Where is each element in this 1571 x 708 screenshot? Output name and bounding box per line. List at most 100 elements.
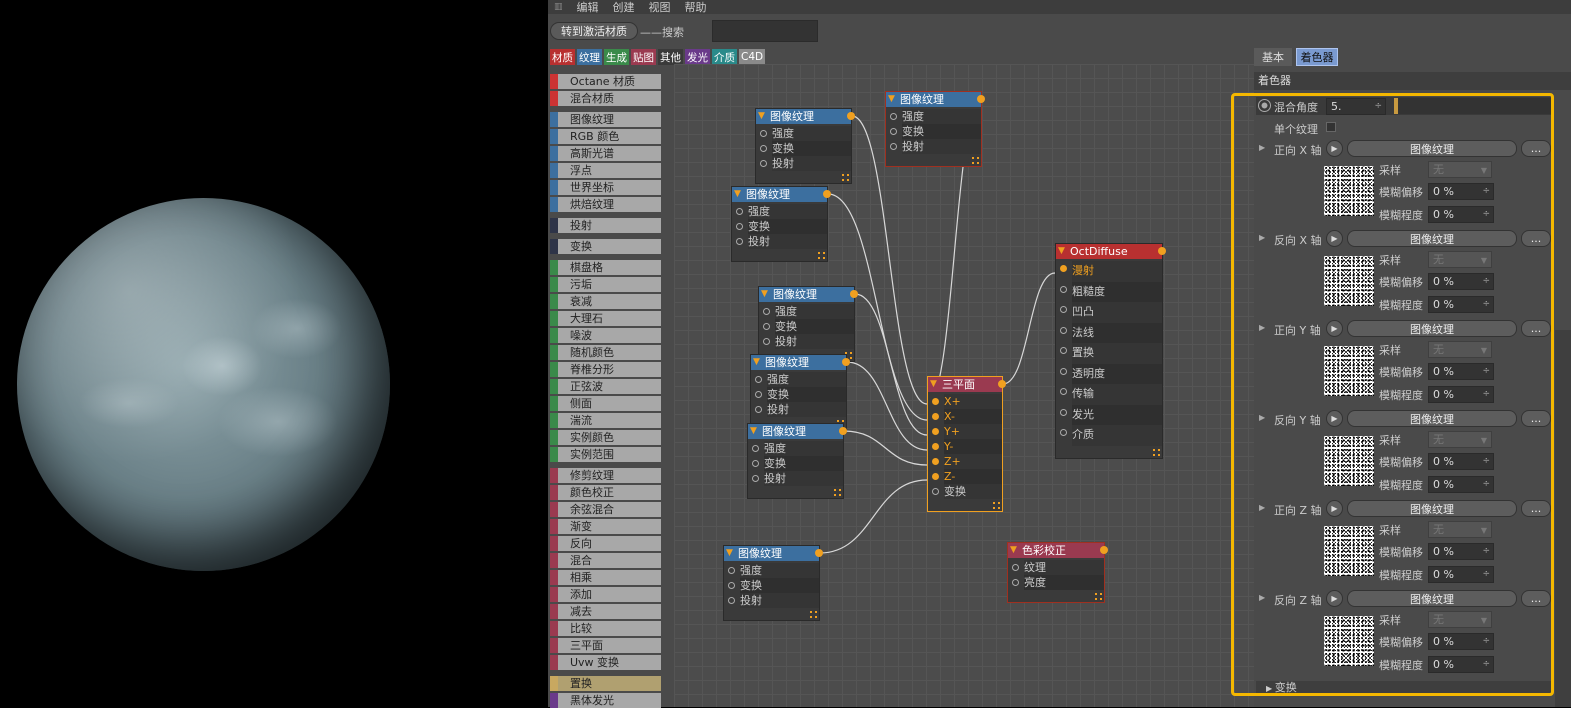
output-port-icon[interactable] <box>815 549 823 557</box>
palette-item[interactable]: 变换 <box>550 239 661 254</box>
search-input[interactable] <box>712 20 818 42</box>
more-button[interactable]: ... <box>1521 230 1551 247</box>
input-port-icon[interactable] <box>1012 564 1019 571</box>
input-port-icon[interactable] <box>1060 285 1067 293</box>
output-port-icon[interactable] <box>1100 546 1108 554</box>
output-port-icon[interactable] <box>1158 247 1166 255</box>
input-port-icon[interactable] <box>755 391 762 398</box>
palette-item[interactable]: 侧面 <box>550 396 661 411</box>
image-texture-button[interactable]: 图像纹理 <box>1347 320 1517 337</box>
transform-row[interactable]: ▶ 变换 <box>1256 681 1552 695</box>
category-tab[interactable]: 介质 <box>712 49 737 65</box>
output-port-icon[interactable] <box>998 380 1006 388</box>
blur-amount-input[interactable]: 0 % <box>1428 206 1494 223</box>
input-port-icon[interactable] <box>932 443 939 450</box>
blur-amount-input[interactable]: 0 % <box>1428 566 1494 583</box>
node-img4[interactable]: 图像纹理强度变换投射 <box>758 286 858 362</box>
input-port-icon[interactable] <box>728 582 735 589</box>
input-port-icon[interactable] <box>752 475 759 482</box>
play-icon[interactable]: ▶ <box>1326 140 1343 157</box>
play-icon[interactable]: ▶ <box>1326 590 1343 607</box>
palette-item[interactable]: 减去 <box>550 604 661 619</box>
category-tab[interactable]: 其他 <box>658 49 683 65</box>
palette-item[interactable]: 噪波 <box>550 328 661 343</box>
expand-arrow-icon[interactable]: ▶ <box>1259 323 1265 332</box>
category-tab[interactable]: 发光 <box>685 49 710 65</box>
expand-arrow-icon[interactable]: ▶ <box>1259 413 1265 422</box>
input-port-icon[interactable] <box>932 488 939 495</box>
resize-handle-icon[interactable] <box>993 502 1000 509</box>
sample-select[interactable]: 无 <box>1428 161 1492 178</box>
input-port-icon[interactable] <box>932 413 939 420</box>
palette-item[interactable]: 投射 <box>550 218 661 233</box>
palette-item[interactable]: 烘焙纹理 <box>550 197 661 212</box>
palette-item[interactable]: 实例颜色 <box>550 430 661 445</box>
input-port-icon[interactable] <box>1060 306 1067 313</box>
tab-basic[interactable]: 基本 <box>1254 48 1292 66</box>
input-port-icon[interactable] <box>752 460 759 467</box>
input-port-icon[interactable] <box>1060 347 1067 354</box>
expand-arrow-icon[interactable]: ▶ <box>1259 503 1265 512</box>
input-port-icon[interactable] <box>1060 326 1067 334</box>
palette-item[interactable]: 黑体发光 <box>550 693 661 708</box>
output-port-icon[interactable] <box>842 358 850 366</box>
input-port-icon[interactable] <box>760 130 767 137</box>
input-port-icon[interactable] <box>755 406 762 413</box>
more-button[interactable]: ... <box>1521 590 1551 607</box>
palette-item[interactable]: 置换 <box>550 676 661 691</box>
play-icon[interactable]: ▶ <box>1326 500 1343 517</box>
expand-arrow-icon[interactable]: ▶ <box>1266 684 1275 693</box>
blur-amount-input[interactable]: 0 % <box>1428 386 1494 403</box>
palette-item[interactable]: 相乘 <box>550 570 661 585</box>
palette-item[interactable]: Octane 材质 <box>550 74 661 89</box>
blend-angle-input[interactable]: 5. <box>1326 98 1386 115</box>
play-icon[interactable]: ▶ <box>1326 320 1343 337</box>
menu-help[interactable]: 帮助 <box>685 0 707 15</box>
blur-offset-input[interactable]: 0 % <box>1428 363 1494 380</box>
blur-offset-input[interactable]: 0 % <box>1428 183 1494 200</box>
category-tab[interactable]: 生成 <box>604 49 629 65</box>
palette-item[interactable]: 脊椎分形 <box>550 362 661 377</box>
palette-item[interactable]: 大理石 <box>550 311 661 326</box>
play-icon[interactable]: ▶ <box>1326 410 1343 427</box>
resize-handle-icon[interactable] <box>842 174 849 181</box>
node-img1[interactable]: 图像纹理强度变换投射 <box>755 108 855 184</box>
palette-item[interactable]: 污垢 <box>550 277 661 292</box>
resize-handle-icon[interactable] <box>834 489 841 496</box>
expand-arrow-icon[interactable]: ▶ <box>1259 233 1265 242</box>
blur-offset-input[interactable]: 0 % <box>1428 273 1494 290</box>
resize-handle-icon[interactable] <box>972 157 979 164</box>
menu-view[interactable]: 视图 <box>649 0 671 15</box>
resize-handle-icon[interactable] <box>810 611 817 618</box>
sample-select[interactable]: 无 <box>1428 611 1492 628</box>
sample-select[interactable]: 无 <box>1428 521 1492 538</box>
category-tab[interactable]: 贴图 <box>631 49 656 65</box>
palette-item[interactable]: 浮点 <box>550 163 661 178</box>
blend-angle-slider[interactable] <box>1394 98 1552 114</box>
palette-item[interactable]: 修剪纹理 <box>550 468 661 483</box>
input-port-icon[interactable] <box>932 428 939 435</box>
input-port-icon[interactable] <box>1060 408 1067 416</box>
expand-arrow-icon[interactable]: ▶ <box>1259 143 1265 152</box>
palette-item[interactable]: 余弦混合 <box>550 502 661 517</box>
resize-handle-icon[interactable] <box>818 252 825 259</box>
palette-item[interactable]: RGB 颜色 <box>550 129 661 144</box>
image-texture-button[interactable]: 图像纹理 <box>1347 500 1517 517</box>
input-port-icon[interactable] <box>932 398 939 405</box>
input-port-icon[interactable] <box>890 128 897 135</box>
image-texture-button[interactable]: 图像纹理 <box>1347 230 1517 247</box>
palette-item[interactable]: 高斯光谱 <box>550 146 661 161</box>
image-texture-button[interactable]: 图像纹理 <box>1347 410 1517 427</box>
node-img2[interactable]: 图像纹理强度变换投射 <box>885 91 985 167</box>
palette-item[interactable]: 反向 <box>550 536 661 551</box>
blur-offset-input[interactable]: 0 % <box>1428 453 1494 470</box>
expand-arrow-icon[interactable]: ▶ <box>1259 593 1265 602</box>
menu-create[interactable]: 创建 <box>613 0 635 15</box>
output-port-icon[interactable] <box>850 290 858 298</box>
palette-item[interactable]: 混合材质 <box>550 91 661 106</box>
resize-handle-icon[interactable] <box>1153 448 1160 456</box>
input-port-icon[interactable] <box>728 597 735 604</box>
blur-offset-input[interactable]: 0 % <box>1428 633 1494 650</box>
palette-item[interactable]: 随机颜色 <box>550 345 661 360</box>
palette-item[interactable]: Uvw 变换 <box>550 655 661 670</box>
